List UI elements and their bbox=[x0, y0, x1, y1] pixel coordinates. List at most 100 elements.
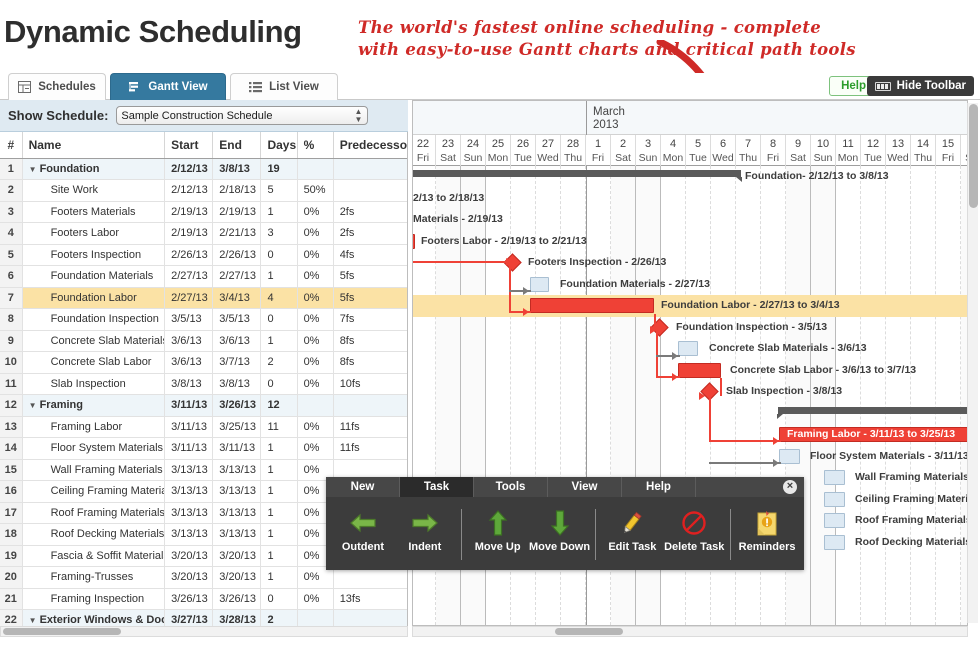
cell-pct: 0% bbox=[297, 265, 334, 288]
gantt-task-bar[interactable] bbox=[413, 233, 415, 249]
gantt-row[interactable]: Slab Inspection - 3/8/13 bbox=[413, 381, 967, 403]
toolbar-button-delete-task[interactable]: Delete Task bbox=[663, 505, 725, 553]
gantt-day-header-cell: 1 Fri bbox=[586, 135, 611, 166]
gantt-horizontal-scroll-thumb[interactable] bbox=[555, 628, 623, 635]
col-header-num[interactable]: # bbox=[0, 132, 23, 159]
cell-pre bbox=[333, 158, 407, 180]
gantt-material-bar[interactable] bbox=[824, 470, 845, 485]
toolbar-button-move-down[interactable]: Move Down bbox=[529, 505, 591, 553]
table-row[interactable]: 7 Foundation Labor 2/27/13 3/4/13 4 0% 5fs bbox=[0, 287, 407, 309]
gantt-row[interactable]: Concrete Slab Labor - 3/6/13 to 3/7/13 bbox=[413, 360, 967, 382]
gantt-row[interactable]: Concrete Slab Materials - 3/6/13 bbox=[413, 338, 967, 360]
table-row[interactable]: 8 Foundation Inspection 3/5/13 3/5/13 0 0% 7fs bbox=[0, 308, 407, 331]
arrow-right-icon bbox=[394, 505, 456, 541]
gantt-row[interactable]: Foundation- 2/12/13 to 3/8/13 bbox=[413, 166, 967, 188]
toolbar-menu-view[interactable]: View bbox=[548, 477, 622, 497]
tab-schedules[interactable]: Schedules bbox=[8, 73, 106, 100]
table-row[interactable]: 2 Site Work 2/12/13 2/18/13 5 50% bbox=[0, 179, 407, 202]
cell-num: 6 bbox=[0, 265, 23, 288]
gantt-row[interactable]: 2/13 to 2/18/13 bbox=[413, 188, 967, 210]
toolbar-menu-task[interactable]: Task bbox=[400, 477, 474, 497]
table-row[interactable]: 3 Footers Materials 2/19/13 2/19/13 1 0% 2fs bbox=[0, 201, 407, 223]
dependency-arrowhead bbox=[523, 287, 529, 295]
gantt-day-number: 10 bbox=[816, 138, 830, 150]
table-row[interactable]: 6 Foundation Materials 2/27/13 2/27/13 1 0% 5f… bbox=[0, 265, 407, 288]
gantt-bar-label: Foundation Labor - 2/27/13 to 3/4/13 bbox=[661, 299, 840, 311]
gantt-row[interactable]: Foundation Labor - 2/27/13 to 3/4/13 bbox=[413, 295, 967, 317]
table-row[interactable]: 1 ▼ Foundation 2/12/13 3/8/13 19 bbox=[0, 158, 407, 180]
gantt-material-bar[interactable] bbox=[824, 513, 845, 528]
gantt-vertical-scrollbar[interactable] bbox=[967, 103, 978, 623]
gantt-material-bar[interactable] bbox=[678, 341, 698, 356]
gantt-day-weekday: Mon bbox=[662, 152, 684, 164]
row-name-label: Floor System Materials bbox=[50, 442, 164, 455]
toolbar-menu-tools[interactable]: Tools bbox=[474, 477, 548, 497]
toolbar-button-indent[interactable]: Indent bbox=[394, 505, 456, 553]
gantt-material-bar[interactable] bbox=[779, 448, 800, 464]
table-row[interactable]: 11 Slab Inspection 3/8/13 3/8/13 0 0% 10fs bbox=[0, 373, 407, 395]
table-row[interactable]: 9 Concrete Slab Materials 3/6/13 3/6/13 1 0% 8… bbox=[0, 330, 407, 352]
table-row[interactable]: 21 Framing Inspection 3/26/13 3/26/13 0 0% 13f… bbox=[0, 588, 407, 610]
gantt-row[interactable] bbox=[413, 403, 967, 425]
gantt-row[interactable]: Floor System Materials - 3/11/13 bbox=[413, 446, 967, 468]
gantt-day-weekday: Tue bbox=[864, 152, 882, 164]
toolbar-button-outdent[interactable]: Outdent bbox=[332, 505, 394, 553]
gantt-task-bar[interactable] bbox=[678, 362, 721, 378]
gantt-material-bar[interactable] bbox=[824, 491, 845, 507]
col-header-name[interactable]: Name bbox=[22, 132, 166, 159]
gantt-day-number: 23 bbox=[441, 138, 455, 150]
gantt-day-header-cell: 23 Sat bbox=[436, 135, 461, 166]
gantt-day-header-cell: 3 Sun bbox=[636, 135, 661, 166]
toolbar-button-label: Outdent bbox=[341, 541, 385, 553]
col-header-predecessors[interactable]: Predecessors bbox=[333, 132, 407, 159]
tab-gantt-view[interactable]: Gantt View bbox=[110, 73, 226, 100]
toolbar-menu-new[interactable]: New bbox=[326, 477, 400, 497]
col-header-end[interactable]: End bbox=[212, 132, 262, 159]
gantt-summary-bar[interactable] bbox=[777, 406, 967, 419]
table-row[interactable]: 10 Concrete Slab Labor 3/6/13 3/7/13 2 0% 8fs bbox=[0, 351, 407, 374]
close-icon[interactable]: × bbox=[783, 480, 797, 494]
table-row[interactable]: 14 Floor System Materials 3/11/13 3/11/13 1 0… bbox=[0, 437, 407, 460]
gantt-row[interactable]: Foundation Inspection - 3/5/13 bbox=[413, 317, 967, 339]
toolbar-menu-help[interactable]: Help bbox=[622, 477, 696, 497]
gantt-row[interactable]: Footers Labor - 2/19/13 to 2/21/13 bbox=[413, 231, 967, 253]
gantt-summary-bar[interactable] bbox=[413, 170, 742, 182]
tab-list-view[interactable]: List View bbox=[230, 73, 338, 100]
gantt-day-weekday: Wed bbox=[537, 152, 559, 164]
toolbar-button-reminders[interactable]: Reminders bbox=[736, 505, 798, 553]
toolbar-button-move-up[interactable]: Move Up bbox=[467, 505, 529, 553]
cell-pct: 0% bbox=[297, 416, 334, 438]
gantt-task-bar[interactable] bbox=[530, 298, 654, 313]
col-header-start[interactable]: Start bbox=[164, 132, 214, 159]
col-header-days[interactable]: Days bbox=[260, 132, 298, 159]
table-horizontal-scrollbar[interactable] bbox=[0, 626, 408, 637]
table-row[interactable]: 22 ▼ Exterior Windows & Doors 3/27/13 3/28/1… bbox=[0, 609, 407, 626]
schedule-select[interactable]: Sample Construction Schedule ▲ ▼ bbox=[116, 106, 369, 125]
table-row[interactable]: 4 Footers Labor 2/19/13 2/21/13 3 0% 2fs bbox=[0, 222, 407, 245]
cell-start: 2/27/13 bbox=[164, 287, 214, 309]
gantt-horizontal-scrollbar[interactable] bbox=[412, 626, 968, 637]
table-row[interactable]: 12 ▼ Framing 3/11/13 3/26/13 12 bbox=[0, 394, 407, 417]
col-header-pct[interactable]: % bbox=[297, 132, 334, 159]
gantt-row[interactable]: Foundation Materials - 2/27/13 bbox=[413, 274, 967, 296]
toolbar-button-edit-task[interactable]: Edit Task bbox=[601, 505, 663, 553]
row-twisty-icon[interactable]: ▼ bbox=[29, 401, 40, 410]
cell-end: 3/13/13 bbox=[212, 523, 262, 546]
cell-pct: 0% bbox=[297, 588, 334, 610]
hide-toolbar-button[interactable]: Hide Toolbar bbox=[866, 76, 974, 96]
row-twisty-icon[interactable]: ▼ bbox=[29, 165, 40, 174]
gantt-row[interactable]: Materials - 2/19/13 bbox=[413, 209, 967, 231]
gantt-row[interactable]: Framing Labor - 3/11/13 to 3/25/13 bbox=[413, 424, 967, 446]
gantt-material-bar[interactable] bbox=[824, 534, 845, 550]
gantt-day-number: 11 bbox=[842, 138, 854, 150]
app-root: Dynamic Scheduling The world's fastest o… bbox=[0, 0, 980, 657]
cell-name: Slab Inspection bbox=[22, 373, 166, 395]
cell-num: 19 bbox=[0, 545, 23, 567]
floating-task-toolbar[interactable]: New Task Tools View Help × Outdent Indent Move… bbox=[326, 477, 804, 570]
table-horizontal-scroll-thumb[interactable] bbox=[3, 628, 121, 635]
gantt-vertical-scroll-thumb[interactable] bbox=[969, 104, 978, 208]
table-row[interactable]: 5 Footers Inspection 2/26/13 2/26/13 0 0% 4fs bbox=[0, 244, 407, 266]
table-row[interactable]: 13 Framing Labor 3/11/13 3/25/13 11 0% 11fs bbox=[0, 416, 407, 438]
gantt-material-bar[interactable] bbox=[530, 276, 549, 292]
row-twisty-icon[interactable]: ▼ bbox=[29, 616, 40, 625]
